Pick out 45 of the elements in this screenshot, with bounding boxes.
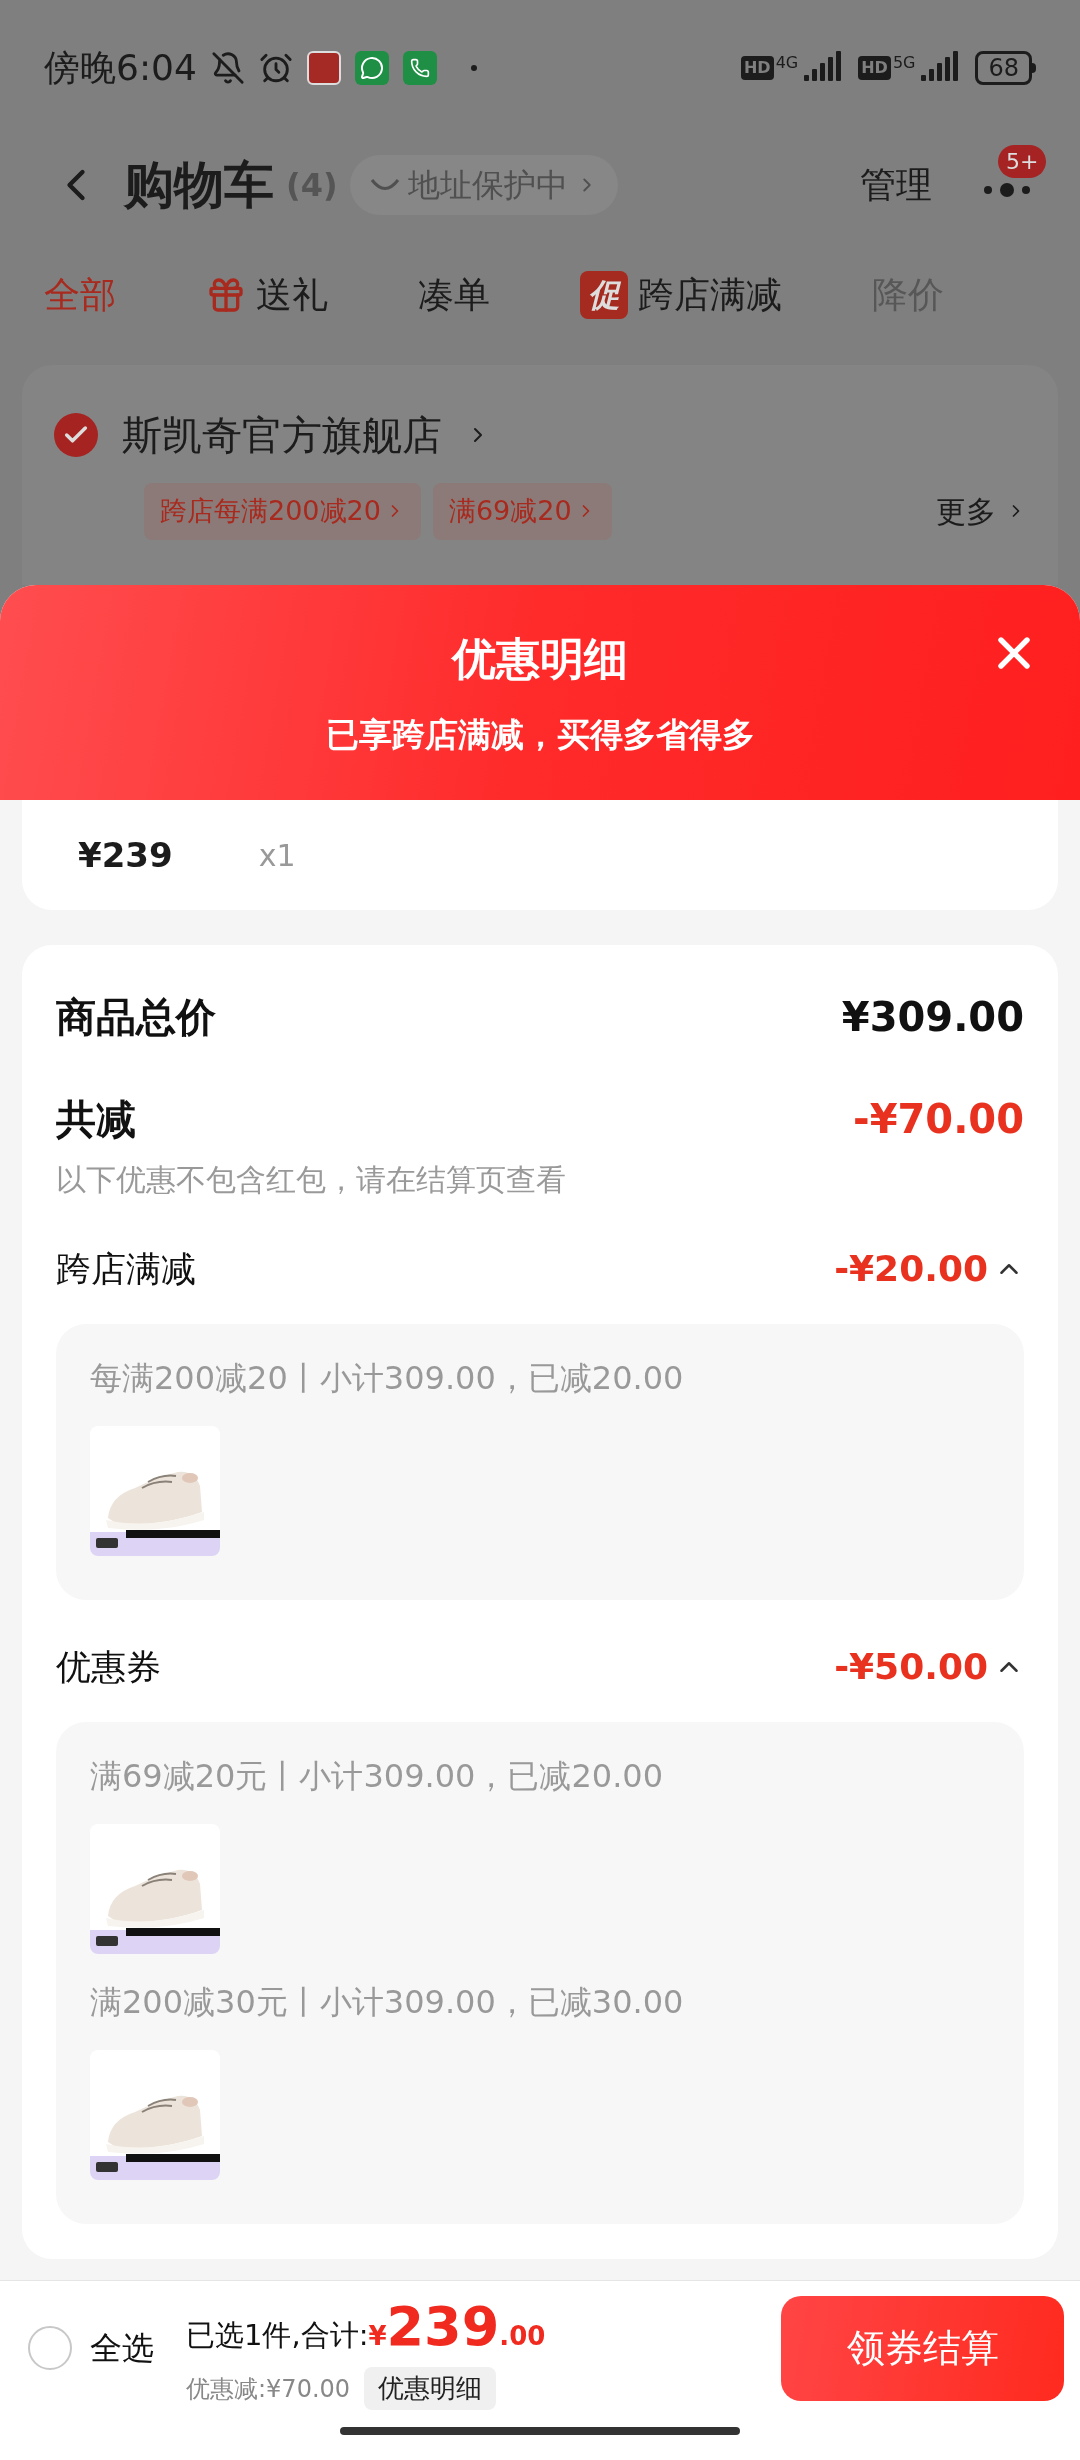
store-checkbox[interactable] <box>54 413 98 457</box>
discount-note: 以下优惠不包含红包，请在结算页查看 <box>56 1161 567 1199</box>
app-icon <box>306 50 341 85</box>
group-label: 优惠券 <box>56 1645 161 1689</box>
item-quantity: x1 <box>258 836 296 875</box>
filter-tab[interactable]: 凑单 <box>418 268 490 322</box>
notification-badge: 5+ <box>998 145 1047 178</box>
chat-icon <box>354 50 389 85</box>
checkout-button[interactable]: 领券结算 <box>781 2295 1064 2401</box>
discount-detail-button[interactable]: 优惠明细 <box>364 2367 497 2410</box>
total-label: 商品总价 <box>56 993 216 1042</box>
rule-text: 满200减30元丨小计309.00，已减30.00 <box>90 1982 685 2023</box>
gift-icon <box>206 275 246 315</box>
bell-off-icon <box>210 50 245 85</box>
select-all-checkbox[interactable] <box>28 2326 72 2370</box>
summary-label: 已选1件,合计: <box>186 2317 369 2354</box>
select-all-label: 全选 <box>90 2328 154 2369</box>
more-button[interactable] <box>984 183 1030 197</box>
hd-badge: HD <box>740 55 774 80</box>
filter-tab[interactable]: 促 跨店满减 <box>580 268 782 322</box>
rule-text: 满69减20元丨小计309.00，已减20.00 <box>90 1756 664 1797</box>
smile-icon <box>369 177 400 193</box>
saved-amount: 优惠减:¥70.00 <box>186 2373 351 2405</box>
promo-badge: 促 <box>580 271 628 319</box>
network-label: 5G <box>892 51 916 74</box>
manage-button[interactable]: 管理 <box>860 158 932 212</box>
more-link[interactable]: 更多 <box>936 488 1026 534</box>
rule-text: 每满200减20丨小计309.00，已减20.00 <box>90 1358 685 1399</box>
total-value: ¥309.00 <box>841 993 1024 1042</box>
page-title: 购物车 <box>124 154 274 216</box>
store-name[interactable]: 斯凯奇官方旗舰店 <box>122 405 442 465</box>
filter-tab[interactable]: 送礼 <box>206 268 328 322</box>
hd-badge: HD <box>858 55 891 80</box>
sheet-title: 优惠明细 <box>452 631 628 686</box>
sheet-subtitle: 已享跨店满减，买得多省得多 <box>325 713 755 756</box>
group-toggle[interactable]: -¥50.00 <box>834 1640 1024 1694</box>
discount-value: -¥70.00 <box>853 1095 1024 1144</box>
clock: 傍晚6:04 <box>44 45 197 90</box>
discount-label: 共减 <box>56 1095 136 1144</box>
group-toggle[interactable]: -¥20.00 <box>834 1242 1024 1296</box>
group-label: 跨店满减 <box>56 1247 196 1291</box>
total-amount: ¥239.00 <box>368 2294 546 2360</box>
item-price: ¥239 <box>78 833 173 877</box>
phone-icon <box>402 50 437 85</box>
network-label: 4G <box>775 51 799 74</box>
